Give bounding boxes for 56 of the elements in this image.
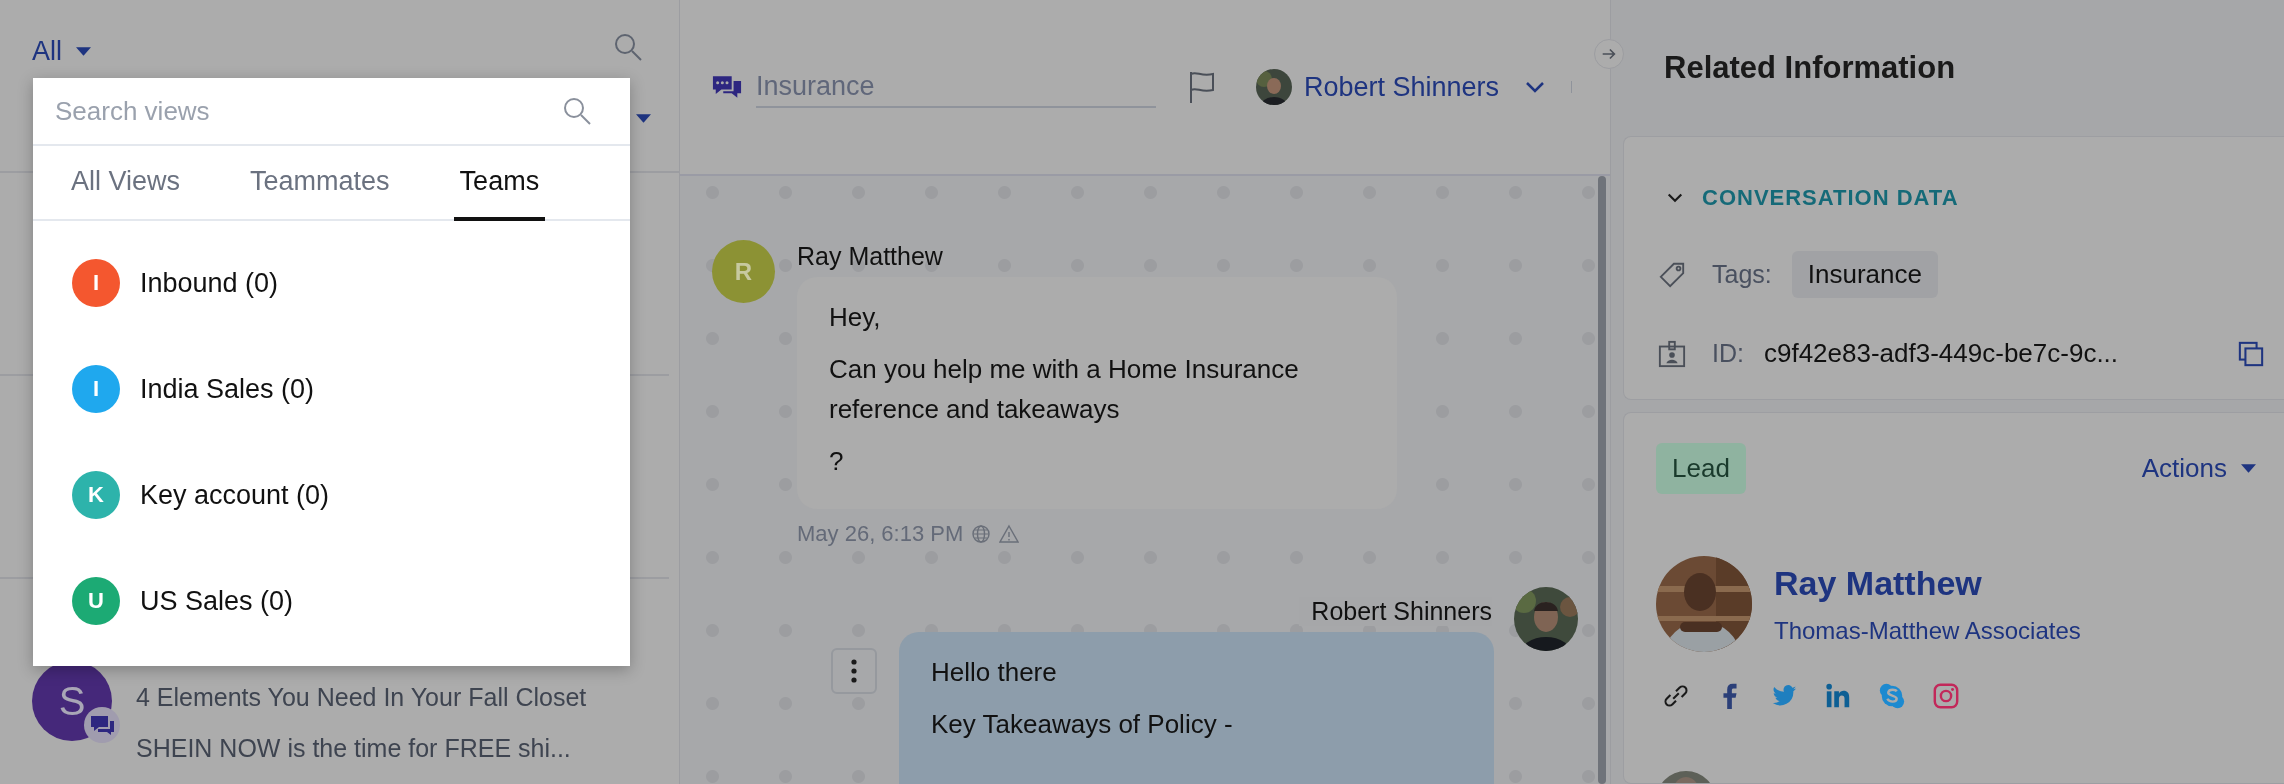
view-tab[interactable]: All Views [65,146,187,221]
scrollbar[interactable] [1598,176,1606,784]
more-vertical-icon [851,659,857,683]
panel-title: Related Information [1663,49,1957,87]
conversation-preview: SHEIN NOW is the time for FREE shi... [136,734,572,763]
linkedin-icon[interactable] [1824,682,1852,710]
chevron-icon[interactable] [1666,192,1684,204]
collapse-panel-button[interactable] [1594,39,1624,69]
flag-icon[interactable] [1188,70,1216,104]
search-icon[interactable] [613,32,643,62]
view-tab[interactable]: Teammates [244,146,396,221]
assignee-dropdown[interactable]: Robert Shinners [1304,71,1500,103]
message-text: ? [829,445,845,478]
team-item[interactable]: India Sales (0) [140,373,315,405]
chat-icon [84,707,120,743]
message-time: May 26, 6:13 PM [797,521,964,547]
tag-icon [1658,260,1686,289]
id-label: ID: [1712,339,1744,368]
caret-icon [76,47,91,56]
conversation-title: 4 Elements You Need In Your Fall Closet [136,683,587,712]
message-text: Hey, [829,301,882,334]
chevron-down-icon[interactable] [1525,81,1546,93]
more-options-button[interactable] [831,648,877,694]
team-item[interactable]: Inbound (0) [140,267,279,299]
message-text: Hello there [931,656,1058,689]
message-text: Can you help me with a Home Insurance reference and takeaways [829,353,1300,426]
contact-avatar: R [712,240,775,303]
warning-icon [999,524,1020,544]
subject-field[interactable]: Insurance [756,66,1156,108]
message-text: Key Takeaways of Policy - [931,708,1234,741]
message-author: Ray Matthew [797,242,943,271]
caret-icon[interactable] [636,114,651,123]
globe-icon [971,524,992,544]
conversation-id: c9f42e83-adf3-449c-be7c-9c... [1763,338,2120,369]
view-filter-dropdown[interactable]: All [32,36,91,67]
instagram-icon[interactable] [1932,682,1960,710]
view-tab[interactable]: Teams [453,146,546,221]
team-item[interactable]: US Sales (0) [140,585,294,617]
lead-badge: Lead [1656,443,1746,494]
link-icon[interactable] [1662,682,1690,710]
id-card-icon [1658,339,1686,368]
contact-name[interactable]: Ray Matthew [1774,563,2081,603]
search-views-field[interactable]: Search views [53,94,562,128]
search-icon[interactable] [562,96,592,126]
team-avatar: U [72,577,120,625]
tag-chip[interactable]: Insurance [1791,251,1938,298]
team-avatar: K [72,471,120,519]
caret-icon [2241,464,2256,473]
team-avatar: I [72,259,120,307]
section-title[interactable]: CONVERSATION DATA [1702,185,1959,211]
company-link[interactable]: Thomas-Matthew Associates [1774,616,2081,645]
copy-icon[interactable] [2238,340,2264,367]
actions-dropdown[interactable]: Actions [2141,453,2256,484]
team-item[interactable]: Key account (0) [140,479,330,511]
team-avatar: I [72,365,120,413]
tags-label: Tags: [1712,260,1772,289]
